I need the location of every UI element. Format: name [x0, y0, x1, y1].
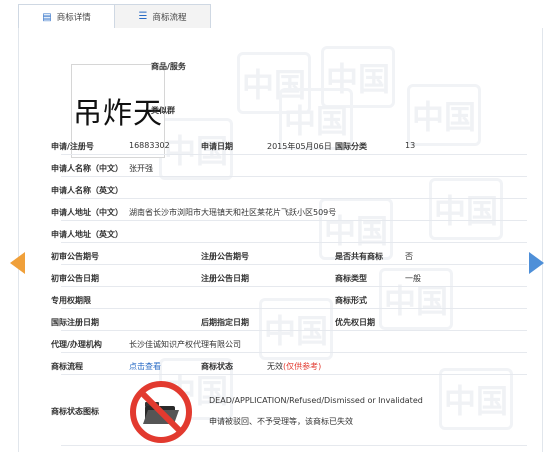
priority-date-label: 优先权日期 [335, 318, 375, 327]
watermark: 中国 [439, 368, 513, 430]
row-divider [61, 286, 527, 287]
app-no-value: 16883302 [129, 141, 170, 150]
mark-type-value: 一般 [405, 274, 421, 283]
tab-trademark-details[interactable]: ▤ 商标详情 [18, 4, 115, 29]
next-arrow-icon[interactable] [529, 252, 544, 274]
flow-label: 商标流程 [51, 362, 83, 371]
status-note: (仅供参考) [283, 362, 322, 371]
row-divider [61, 445, 527, 446]
later-designation-label: 后期指定日期 [201, 318, 249, 327]
status-label: 商标状态 [201, 362, 233, 371]
row-divider [61, 308, 527, 309]
intl-class-value: 13 [405, 141, 416, 150]
row-divider [61, 374, 527, 375]
prelim-pub-date-label: 初审公告日期 [51, 274, 99, 283]
reg-pub-no-label: 注册公告期号 [201, 252, 249, 261]
shared-value: 否 [405, 252, 413, 261]
detail-panel: 中国 中国 中国 中国 中国 中国 中国 中国 中国 中国 中国 吊炸天 商品/… [18, 28, 543, 452]
invalid-folder-icon [130, 381, 192, 443]
applicant-en-label: 申请人名称（英文） [51, 186, 123, 195]
app-no-label: 申请/注册号 [51, 142, 94, 151]
status-cn-text: 申请被驳回、不予受理等，该商标已失效 [209, 417, 353, 426]
document-list-icon: ▤ [42, 11, 52, 23]
tab-label: 商标流程 [152, 12, 187, 23]
app-date-value: 2015年05月06日 [267, 142, 332, 151]
row-divider [61, 154, 527, 155]
shared-label: 是否共有商标 [335, 252, 383, 261]
status-icon-label: 商标状态图标 [51, 407, 99, 416]
row-divider [61, 220, 527, 221]
flow-list-icon: ☰ [138, 11, 148, 22]
tab-label: 商标详情 [56, 13, 91, 23]
row-divider [61, 330, 527, 331]
row-divider [61, 198, 527, 199]
similar-group-label: 类似群 [151, 106, 175, 115]
row-divider [61, 264, 527, 265]
applicant-cn-label: 申请人名称（中文） [51, 164, 123, 173]
watermark: 中国 [407, 84, 481, 146]
address-en-label: 申请人地址（英文） [51, 230, 123, 239]
agent-label: 代理/办理机构 [51, 340, 102, 349]
flow-view-link[interactable]: 点击查看 [129, 361, 161, 372]
status-value: 无效(仅供参考) [267, 362, 322, 371]
status-en-text: DEAD/APPLICATION/Refused/Dismissed or In… [209, 396, 423, 405]
intl-class-label: 国际分类 [335, 142, 367, 151]
reg-pub-date-label: 注册公告日期 [201, 274, 249, 283]
mark-type-label: 商标类型 [335, 274, 367, 283]
goods-services-label: 商品/服务 [151, 62, 186, 71]
applicant-cn-value: 张开强 [129, 164, 153, 173]
row-divider [61, 176, 527, 177]
agent-value: 长沙佳诚知识产权代理有限公司 [129, 340, 241, 349]
row-divider [61, 242, 527, 243]
tab-bar: ▤ 商标详情 ☰ 商标流程 [18, 4, 543, 29]
prev-arrow-icon[interactable] [10, 252, 25, 274]
row-divider [61, 352, 527, 353]
exclusive-period-label: 专用权期限 [51, 296, 91, 305]
app-date-label: 申请日期 [201, 142, 233, 151]
prelim-pub-no-label: 初审公告期号 [51, 252, 99, 261]
tab-trademark-flow[interactable]: ☰ 商标流程 [114, 4, 211, 28]
watermark: 中国 [429, 178, 503, 240]
intl-reg-date-label: 国际注册日期 [51, 318, 99, 327]
address-cn-value: 湖南省长沙市浏阳市大瑶镇天和社区莱花片飞跃小区509号 [129, 208, 337, 217]
mark-form-label: 商标形式 [335, 296, 367, 305]
address-cn-label: 申请人地址（中文） [51, 208, 123, 217]
